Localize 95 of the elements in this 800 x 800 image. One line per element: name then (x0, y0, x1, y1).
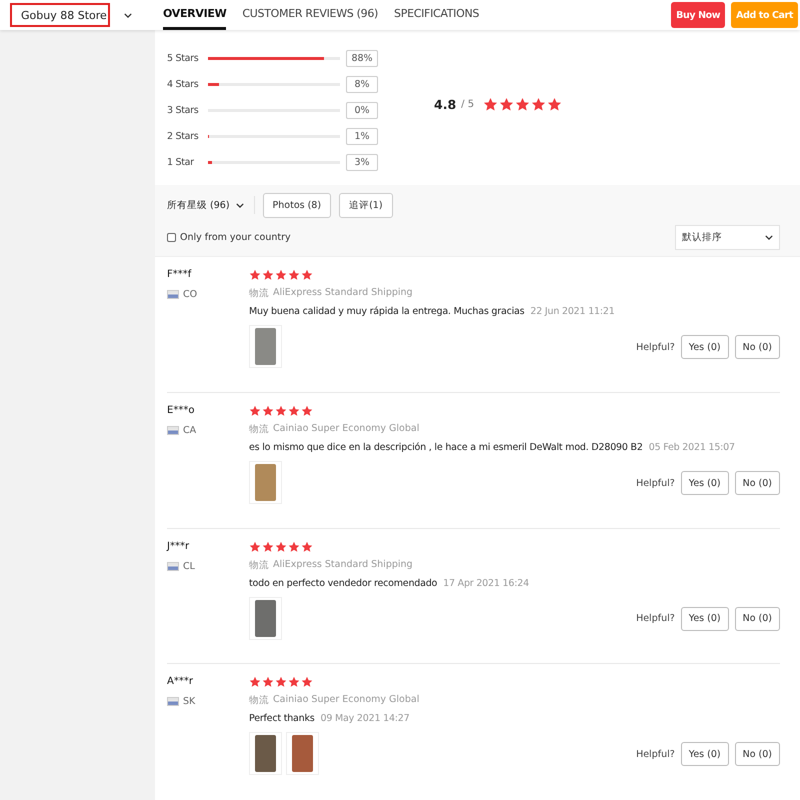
star-icon (262, 676, 274, 688)
helpful-label: Helpful? (636, 342, 675, 353)
store-select[interactable]: Gobuy 88 Store (10, 3, 110, 27)
shipping-label: 物流 (249, 694, 269, 708)
country-code: CL (183, 560, 195, 572)
yes-button[interactable]: Yes (0) (680, 335, 729, 360)
caret-icon (236, 202, 244, 208)
reviewer-name: F***f (167, 269, 192, 280)
shipping-label: 物流 (249, 423, 269, 436)
caret-icon (124, 12, 132, 18)
rating-label: 5 Stars (167, 52, 200, 64)
buy-now-button[interactable]: Buy Now (671, 2, 726, 28)
star-icon (301, 269, 313, 282)
review-text: todo en perfecto vendedor recomendado (249, 578, 438, 589)
star-icon (249, 269, 261, 282)
percent-value: 0% (346, 102, 378, 119)
star-icon (275, 405, 287, 418)
filter-button[interactable]: Photos (8) (262, 192, 332, 218)
star-icon (288, 405, 300, 418)
caret-icon (765, 235, 773, 240)
star-icon (301, 540, 313, 553)
review-date: 22 Jun 2021 11:21 (530, 306, 615, 318)
percent-value: 88% (346, 50, 378, 67)
no-button[interactable]: No (0) (734, 606, 780, 631)
yes-button[interactable]: Yes (0) (680, 742, 729, 766)
shipping-label: 物流 (249, 287, 269, 300)
no-button[interactable]: No (0) (734, 335, 780, 360)
review-text: Muy buena calidad y muy rápida la entrega. Muchas gracias (249, 306, 524, 318)
photo-placeholder[interactable] (255, 464, 276, 502)
review-text: Perfect thanks (249, 713, 315, 724)
star-icon (249, 676, 261, 688)
star-icon (301, 676, 313, 688)
review-date: 17 Apr 2021 16:24 (443, 578, 529, 589)
helpful-label: Helpful? (636, 748, 675, 760)
star-icon (275, 676, 287, 688)
percent-value: 3% (346, 154, 378, 171)
star-icon (275, 269, 287, 282)
checkbox-label: Only from your country (180, 232, 291, 244)
photo-placeholder[interactable] (255, 735, 276, 772)
country-code: CO (183, 289, 198, 300)
yes-button[interactable]: Yes (0) (680, 471, 729, 496)
average-score: 4.8 (434, 96, 456, 112)
star-icon (301, 405, 313, 418)
star-filter-dropdown[interactable]: 所有星级 (96) (167, 196, 255, 214)
helpful-label: Helpful? (636, 478, 675, 489)
shipping-method: AliExpress Standard Shipping (273, 558, 413, 572)
score-scale: / 5 (461, 98, 474, 110)
rating-label: 1 Star (167, 156, 195, 168)
star-icon (288, 269, 300, 282)
star-icon (262, 540, 274, 553)
review-date: 05 Feb 2021 15:07 (648, 442, 735, 454)
star-icon (515, 96, 530, 112)
review-text: es lo mismo que dice en la descripción , le hace a mi esmeril DeWalt mod. D28090 B2 (249, 442, 643, 454)
sort-dropdown[interactable]: 默认排序 (675, 225, 780, 250)
photo-placeholder[interactable] (255, 600, 276, 637)
country-code: CA (183, 425, 196, 436)
tab[interactable]: SPECIFICATIONS (394, 0, 480, 30)
no-button[interactable]: No (0) (734, 471, 780, 496)
flag-icon (167, 290, 179, 300)
shipping-method: Cainiao Super Economy Global (273, 423, 420, 436)
yes-button[interactable]: Yes (0) (680, 606, 729, 631)
star-icon (249, 540, 261, 553)
percent-value: 8% (346, 76, 378, 93)
rating-label: 3 Stars (167, 104, 200, 116)
filter-button[interactable]: 追评(1) (339, 192, 393, 218)
rating-label: 2 Stars (167, 130, 200, 142)
star-icon (288, 540, 300, 553)
flag-icon (167, 562, 179, 571)
country-code: SK (183, 696, 196, 708)
star-icon (483, 96, 498, 112)
star-icon (288, 676, 300, 688)
helpful-label: Helpful? (636, 613, 675, 624)
reviewer-name: J***r (167, 540, 190, 552)
star-icon (249, 405, 261, 418)
shipping-label: 物流 (249, 558, 269, 572)
reviewer-name: A***r (167, 676, 194, 688)
checkbox[interactable] (167, 233, 176, 242)
star-icon (262, 269, 274, 282)
review-date: 09 May 2021 14:27 (320, 713, 410, 724)
photo-placeholder[interactable] (292, 735, 313, 772)
star-icon (531, 96, 546, 112)
no-button[interactable]: No (0) (734, 742, 780, 766)
tab[interactable]: CUSTOMER REVIEWS (96) (242, 0, 378, 30)
flag-icon (167, 697, 179, 706)
percent-value: 1% (346, 128, 378, 145)
star-icon (275, 540, 287, 553)
star-icon (262, 405, 274, 418)
reviewer-name: E***o (167, 405, 196, 416)
star-icon (499, 96, 514, 112)
flag-icon (167, 426, 179, 436)
shipping-method: AliExpress Standard Shipping (273, 287, 413, 300)
shipping-method: Cainiao Super Economy Global (273, 694, 420, 708)
photo-placeholder[interactable] (255, 328, 276, 366)
rating-label: 4 Stars (167, 78, 200, 90)
star-icon (547, 96, 562, 112)
